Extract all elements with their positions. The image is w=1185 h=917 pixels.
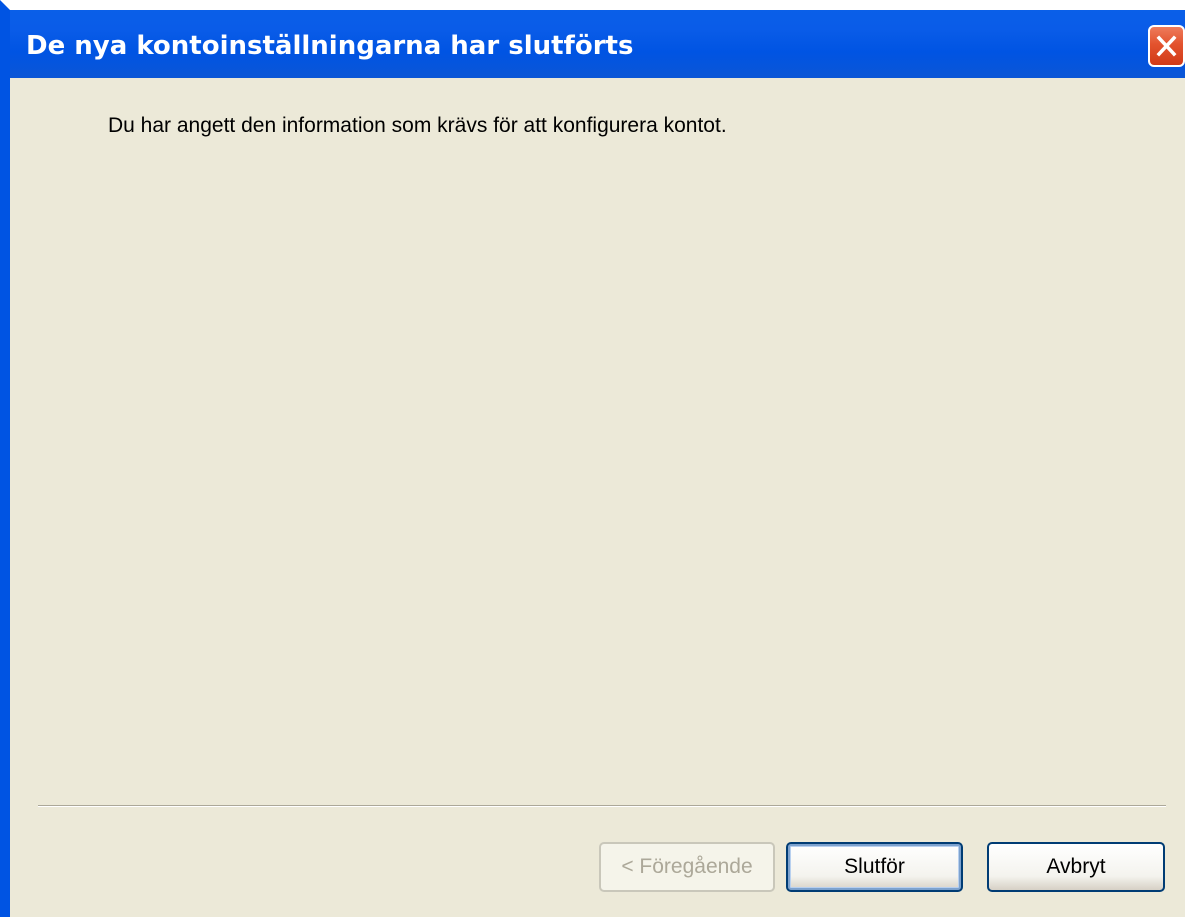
button-separator [38,805,1166,807]
dialog-window: De nya kontoinställningarna har slutfört… [0,0,1185,917]
previous-button[interactable]: < Föregående [599,842,775,892]
completion-message: Du har angett den information som krävs … [108,114,727,137]
finish-button[interactable]: Slutför [786,842,963,892]
cancel-button[interactable]: Avbryt [987,842,1165,892]
window-title: De nya kontoinställningarna har slutfört… [26,31,634,61]
title-bar[interactable]: De nya kontoinställningarna har slutfört… [10,10,1185,78]
close-icon [1156,35,1177,57]
close-button[interactable] [1148,25,1185,67]
